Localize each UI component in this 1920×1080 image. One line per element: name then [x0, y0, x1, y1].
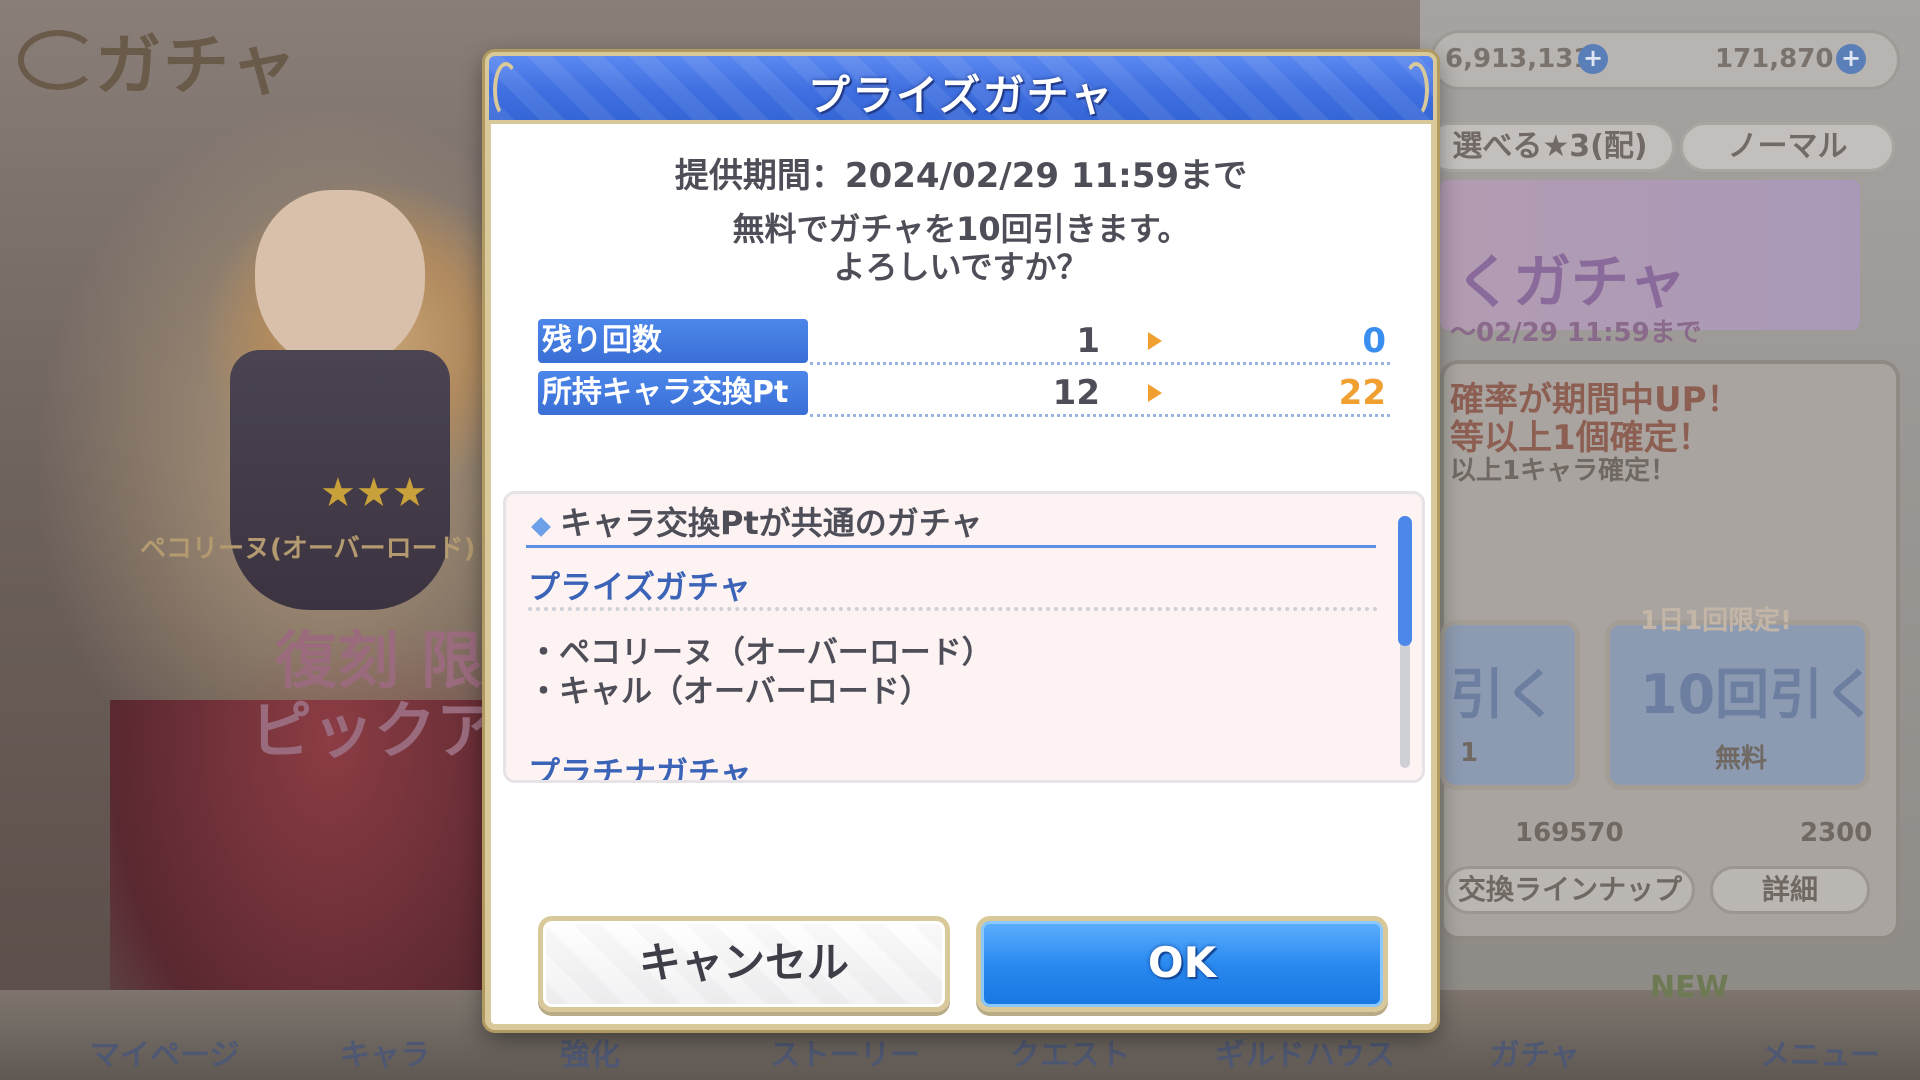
row-divider — [810, 362, 1390, 365]
gacha-10-pull-label: 10回引く — [1640, 663, 1878, 726]
exchange-pt-after: 22 — [1338, 373, 1386, 413]
confirm-line-1: 無料でガチャを10回引きます。 — [732, 210, 1190, 248]
nav-quest[interactable]: クエスト — [1010, 1030, 1130, 1074]
shared-pt-gacha-list[interactable]: キャラ交換Ptが共通のガチャ プライズガチャ ・ペコリーヌ（オーバーロード） ・… — [503, 491, 1425, 783]
jewel-value: 171,870 — [1715, 44, 1834, 74]
row-divider — [810, 414, 1390, 417]
list-section-platinum-gacha: プラチナガチャ — [528, 754, 752, 783]
detail-button[interactable]: 詳細 — [1710, 866, 1870, 914]
confirm-message: 無料でガチャを10回引きます。 よろしいですか？ — [491, 210, 1431, 286]
exchange-pt-row: 所持キャラ交換Pt 12 22 — [538, 371, 1390, 417]
remaining-count-before: 1 — [1076, 321, 1100, 361]
banner-period: ～02/29 11:59まで — [1450, 318, 1702, 348]
ok-button[interactable]: OK — [976, 916, 1388, 1012]
gacha-10-pull-cost: 無料 — [1715, 744, 1768, 774]
exchange-lineup-button[interactable]: 交換ラインナップ — [1445, 866, 1695, 914]
promo-line-3: 以上1キャラ確定！ — [1450, 456, 1677, 486]
list-section-prize-gacha: プライズガチャ — [528, 568, 751, 606]
daily-limit-badge: 1日1回限定! — [1640, 606, 1793, 636]
tab-normal[interactable]: ノーマル — [1680, 122, 1895, 172]
gacha-1-pull-cost: 1 — [1460, 738, 1479, 768]
character-face — [255, 190, 425, 370]
banner-title: くガチャ — [1455, 248, 1687, 316]
prize-gacha-dialog: プライズガチャ 提供期間：2024/02/29 11:59まで 無料でガチャを1… — [485, 52, 1437, 1030]
mana-value: 6,913,131 — [1445, 44, 1592, 74]
remaining-count-row: 残り回数 1 0 — [538, 319, 1390, 365]
list-section-divider — [528, 607, 1378, 611]
mana-add-icon[interactable]: + — [1578, 44, 1608, 74]
nav-chara[interactable]: キャラ — [340, 1030, 430, 1074]
title-ornament-icon — [18, 30, 98, 90]
confirm-line-2: よろしいですか？ — [833, 248, 1089, 286]
offer-period: 提供期間：2024/02/29 11:59まで — [674, 156, 1248, 196]
featured-chara-name: ペコリーヌ(オーバーロード) — [140, 534, 476, 564]
nav-gacha[interactable]: ガチャ — [1490, 1030, 1580, 1074]
pickup-label: ピックア — [250, 694, 499, 767]
exchange-pt-before: 12 — [1052, 373, 1100, 413]
nav-menu[interactable]: メニュー — [1760, 1030, 1880, 1074]
arrow-right-icon — [1148, 332, 1162, 350]
nav-enhance[interactable]: 強化 — [560, 1030, 620, 1074]
dialog-header: プライズガチャ — [489, 56, 1433, 124]
remaining-count-after: 0 — [1362, 321, 1386, 361]
list-heading-text: キャラ交換Ptが共通のガチャ — [560, 504, 983, 542]
jewel-add-icon[interactable]: + — [1836, 44, 1866, 74]
diamond-bullet-icon — [531, 517, 551, 537]
exchange-pt-count: 169570 — [1515, 818, 1624, 848]
jewel-cost-count: 2300 — [1800, 818, 1873, 848]
nav-guild-house[interactable]: ギルドハウス — [1215, 1030, 1395, 1074]
list-scrollbar-thumb[interactable] — [1398, 516, 1412, 646]
list-heading: キャラ交換Ptが共通のガチャ — [526, 504, 1376, 548]
tab-selectable-star3[interactable]: 選べる★3(配) — [1425, 122, 1675, 172]
exchange-pt-label: 所持キャラ交換Pt — [538, 371, 808, 415]
cancel-button[interactable]: キャンセル — [538, 916, 950, 1012]
new-badge: NEW — [1650, 970, 1729, 1005]
nav-my-page[interactable]: マイページ — [90, 1030, 239, 1074]
nav-story[interactable]: ストーリー — [770, 1030, 920, 1074]
remaining-count-label: 残り回数 — [538, 319, 808, 363]
header-ornament-right-icon — [1403, 62, 1429, 118]
rarity-stars-icon: ★★★ — [320, 470, 428, 516]
dialog-title: プライズガチャ — [807, 71, 1115, 120]
arrow-right-icon — [1148, 384, 1162, 402]
gacha-1-pull-label: 引く — [1450, 663, 1558, 726]
list-item: ・キャル（オーバーロード） — [528, 674, 931, 710]
